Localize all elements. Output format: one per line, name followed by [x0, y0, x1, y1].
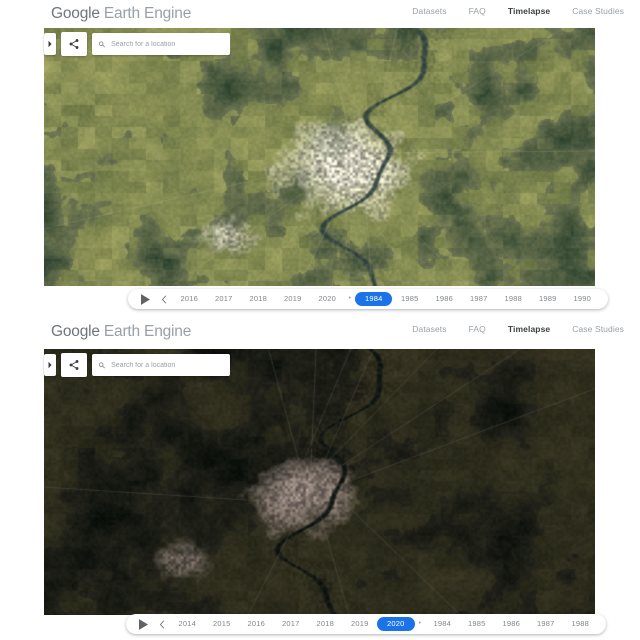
- site-header: Google Earth Engine Datasets FAQ Timelap…: [0, 0, 640, 28]
- timeline-year-2014[interactable]: 2014: [170, 617, 205, 631]
- nav-link-timelapse[interactable]: Timelapse: [508, 324, 550, 334]
- timeline-control-bottom: 2014 2015 2016 2017 2018 2019 2020 • 198…: [126, 614, 607, 634]
- timeline-year-2019[interactable]: 2019: [276, 292, 311, 306]
- share-icon[interactable]: [61, 353, 87, 377]
- nav-link-datasets[interactable]: Datasets: [412, 6, 446, 16]
- logo-google-text: Google: [51, 5, 100, 22]
- timeline-year-2020[interactable]: 2020: [310, 292, 345, 306]
- location-search-box[interactable]: [92, 33, 230, 55]
- timelapse-panel-top: Google Earth Engine Datasets FAQ Timelap…: [0, 0, 640, 318]
- nav-link-faq[interactable]: FAQ: [469, 6, 486, 16]
- satellite-map-2020[interactable]: [44, 349, 595, 615]
- nav-link-datasets[interactable]: Datasets: [412, 324, 446, 334]
- search-icon: [99, 361, 105, 368]
- timeline-year-1986[interactable]: 1986: [494, 617, 529, 631]
- timeline-year-1990[interactable]: 1990: [565, 292, 600, 306]
- map-imagery-canvas: [44, 349, 595, 615]
- logo-earth-engine-text: Earth Engine: [99, 5, 192, 22]
- timeline-year-2016[interactable]: 2016: [239, 617, 274, 631]
- timeline-control-top: 2016 2017 2018 2019 2020 • 1984 1985 198…: [128, 289, 609, 309]
- nav-link-timelapse[interactable]: Timelapse: [508, 6, 550, 16]
- map-control-bar-bottom: [44, 353, 230, 377]
- timeline-year-1984[interactable]: 1984: [425, 617, 460, 631]
- timeline-year-2018[interactable]: 2018: [241, 292, 276, 306]
- site-header-bottom: Google Earth Engine Datasets FAQ Timelap…: [0, 318, 640, 346]
- chevron-right-icon[interactable]: [44, 354, 56, 376]
- timeline-year-1986[interactable]: 1986: [427, 292, 462, 306]
- nav-link-case-studies[interactable]: Case Studies: [572, 324, 624, 334]
- timeline-separator-dot: •: [348, 295, 351, 302]
- main-navigation: Datasets FAQ Timelapse Case Studies: [412, 6, 624, 16]
- timeline-year-1988[interactable]: 1988: [563, 617, 598, 631]
- chevron-left-icon[interactable]: [155, 619, 168, 629]
- timeline-year-2016[interactable]: 2016: [172, 292, 207, 306]
- search-input[interactable]: [111, 361, 224, 369]
- timeline-year-selected[interactable]: 1984: [354, 292, 393, 306]
- search-input[interactable]: [111, 40, 224, 48]
- logo-google-text: Google: [51, 323, 100, 340]
- play-icon[interactable]: [135, 618, 151, 630]
- google-earth-engine-logo[interactable]: Google Earth Engine: [51, 4, 191, 23]
- timeline-year-1987[interactable]: 1987: [528, 617, 563, 631]
- logo-earth-engine-text: Earth Engine: [99, 323, 192, 340]
- nav-link-case-studies[interactable]: Case Studies: [572, 6, 624, 16]
- timeline-year-1985[interactable]: 1985: [459, 617, 494, 631]
- location-search-box[interactable]: [92, 354, 230, 376]
- timeline-separator-dot: •: [418, 620, 421, 627]
- chevron-left-icon[interactable]: [157, 294, 170, 304]
- timeline-year-2017[interactable]: 2017: [274, 617, 309, 631]
- timeline-year-2015[interactable]: 2015: [205, 617, 240, 631]
- google-earth-engine-logo-bottom[interactable]: Google Earth Engine: [51, 322, 191, 341]
- map-control-bar-top: [44, 32, 230, 56]
- timeline-year-2017[interactable]: 2017: [207, 292, 242, 306]
- main-navigation-bottom: Datasets FAQ Timelapse Case Studies: [412, 324, 624, 334]
- nav-link-faq[interactable]: FAQ: [469, 324, 486, 334]
- share-icon[interactable]: [61, 32, 87, 56]
- timeline-year-1988[interactable]: 1988: [496, 292, 531, 306]
- play-icon[interactable]: [137, 293, 153, 305]
- search-icon: [99, 40, 105, 47]
- timelapse-panel-bottom: Google Earth Engine Datasets FAQ Timelap…: [0, 318, 640, 640]
- timeline-year-selected[interactable]: 2020: [377, 617, 415, 631]
- timeline-year-1989[interactable]: 1989: [530, 292, 565, 306]
- timeline-year-1985[interactable]: 1985: [392, 292, 427, 306]
- timeline-year-2018[interactable]: 2018: [308, 617, 343, 631]
- chevron-right-icon[interactable]: [44, 33, 56, 55]
- map-imagery-canvas: [44, 28, 595, 286]
- timeline-year-1987[interactable]: 1987: [461, 292, 496, 306]
- satellite-map-1984[interactable]: [44, 28, 595, 286]
- timeline-year-2019[interactable]: 2019: [343, 617, 378, 631]
